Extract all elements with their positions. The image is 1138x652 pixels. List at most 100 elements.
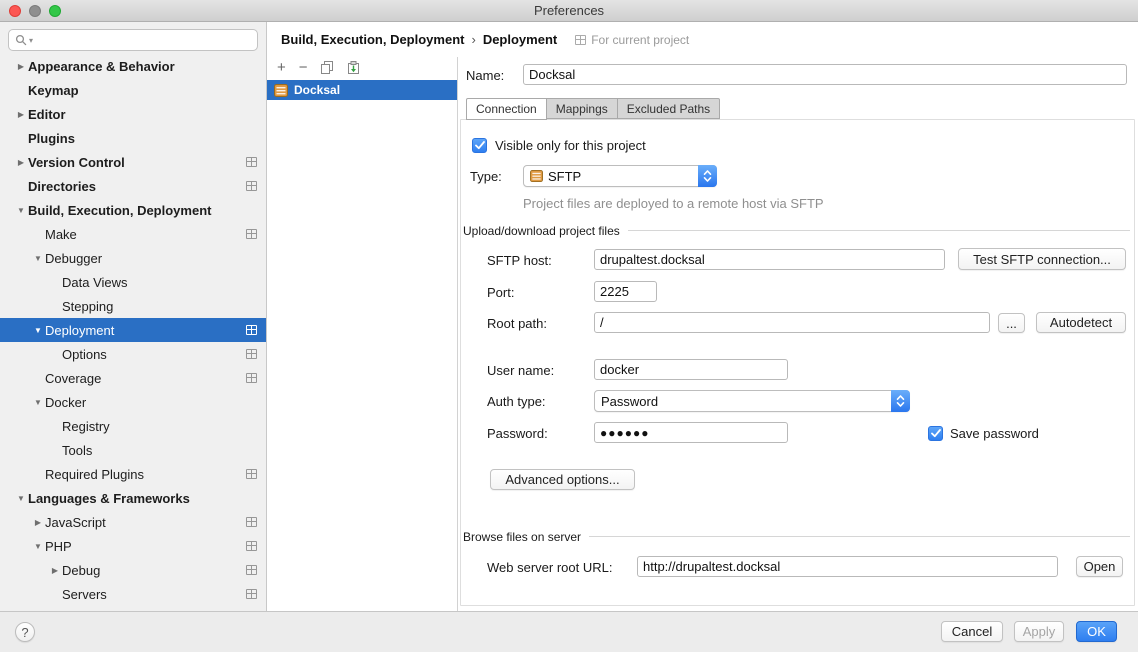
- remove-server-button[interactable]: −: [299, 61, 308, 75]
- breadcrumb-parent[interactable]: Build, Execution, Deployment: [281, 32, 464, 47]
- breadcrumb-current[interactable]: Deployment: [483, 32, 557, 47]
- sidebar-item-debug[interactable]: ▶Debug: [0, 558, 266, 582]
- save-password-label: Save password: [950, 426, 1039, 441]
- test-sftp-connection-button[interactable]: Test SFTP connection...: [958, 248, 1126, 270]
- sidebar-item-languages-frameworks[interactable]: ▼Languages & Frameworks: [0, 486, 266, 510]
- sidebar-item-required-plugins[interactable]: Required Plugins: [0, 462, 266, 486]
- tree-arrow-right-icon[interactable]: ▶: [48, 566, 62, 575]
- user-name-label: User name:: [487, 363, 554, 378]
- sidebar-item-label: Make: [45, 227, 77, 242]
- web-root-input[interactable]: [637, 556, 1058, 577]
- user-name-input[interactable]: [594, 359, 788, 380]
- upload-section-header: Upload/download project files: [463, 223, 1130, 238]
- type-value: SFTP: [548, 169, 581, 184]
- tree-arrow-down-icon[interactable]: ▼: [14, 206, 28, 215]
- copy-server-button[interactable]: [321, 61, 334, 75]
- search-options-chevron-icon[interactable]: ▾: [29, 36, 33, 45]
- sidebar-item-directories[interactable]: Directories: [0, 174, 266, 198]
- cancel-button[interactable]: Cancel: [941, 621, 1003, 642]
- sidebar-item-tools[interactable]: Tools: [0, 438, 266, 462]
- sidebar-item-servers[interactable]: Servers: [0, 582, 266, 606]
- tree-arrow-down-icon[interactable]: ▼: [14, 494, 28, 503]
- deployment-form: Name: Connection Mappings Excluded Paths…: [458, 57, 1138, 611]
- sidebar-item-docker[interactable]: ▼Docker: [0, 390, 266, 414]
- sidebar-item-plugins[interactable]: Plugins: [0, 126, 266, 150]
- advanced-options-button[interactable]: Advanced options...: [490, 469, 635, 490]
- browse-root-path-button[interactable]: ...: [998, 313, 1025, 333]
- visible-only-checkbox[interactable]: [472, 138, 487, 153]
- sidebar-item-label: Docker: [45, 395, 86, 410]
- tree-arrow-down-icon[interactable]: ▼: [31, 398, 45, 407]
- per-project-settings-icon: [575, 35, 586, 45]
- apply-button[interactable]: Apply: [1014, 621, 1064, 642]
- sidebar-item-label: Deployment: [45, 323, 114, 338]
- save-password-checkbox[interactable]: [928, 426, 943, 441]
- check-icon: [931, 429, 941, 438]
- ok-button[interactable]: OK: [1076, 621, 1117, 642]
- sidebar-item-data-views[interactable]: Data Views: [0, 270, 266, 294]
- port-input[interactable]: [594, 281, 657, 302]
- server-list-item[interactable]: Docksal: [267, 80, 457, 100]
- zoom-button[interactable]: [49, 5, 61, 17]
- sidebar-item-appearance-behavior[interactable]: ▶Appearance & Behavior: [0, 54, 266, 78]
- tree-arrow-right-icon[interactable]: ▶: [14, 62, 28, 71]
- auth-type-dropdown[interactable]: Password: [594, 390, 910, 412]
- sidebar-item-options[interactable]: Options: [0, 342, 266, 366]
- sidebar-item-editor[interactable]: ▶Editor: [0, 102, 266, 126]
- tab-excluded-paths[interactable]: Excluded Paths: [618, 98, 720, 119]
- tab-mappings[interactable]: Mappings: [547, 98, 618, 119]
- type-label: Type:: [470, 169, 502, 184]
- settings-search-input[interactable]: ▾: [8, 29, 258, 51]
- autodetect-button[interactable]: Autodetect: [1036, 312, 1126, 333]
- sidebar-item-label: Languages & Frameworks: [28, 491, 190, 506]
- type-dropdown[interactable]: SFTP: [523, 165, 717, 187]
- name-input[interactable]: [523, 64, 1127, 85]
- tree-arrow-down-icon[interactable]: ▼: [31, 326, 45, 335]
- dialog-footer: ? Cancel Apply OK: [0, 611, 1138, 652]
- dropdown-stepper-icon: [698, 165, 717, 187]
- tab-connection[interactable]: Connection: [466, 98, 547, 120]
- sidebar-item-deployment[interactable]: ▼Deployment: [0, 318, 266, 342]
- per-project-settings-icon: [246, 565, 257, 575]
- settings-sidebar: ▾ ▶Appearance & BehaviorKeymap▶EditorPlu…: [0, 22, 267, 611]
- sidebar-item-registry[interactable]: Registry: [0, 414, 266, 438]
- root-path-input[interactable]: [594, 312, 990, 333]
- password-input[interactable]: [594, 422, 788, 443]
- server-name: Docksal: [294, 83, 340, 97]
- minimize-button: [29, 5, 41, 17]
- tree-arrow-right-icon[interactable]: ▶: [14, 158, 28, 167]
- tree-arrow-right-icon[interactable]: ▶: [31, 518, 45, 527]
- sidebar-item-label: Registry: [62, 419, 110, 434]
- copy-icon: [321, 61, 334, 75]
- sidebar-item-stepping[interactable]: Stepping: [0, 294, 266, 318]
- open-button[interactable]: Open: [1076, 556, 1123, 577]
- auth-type-value: Password: [601, 394, 658, 409]
- sidebar-item-label: Plugins: [28, 131, 75, 146]
- tab-bar: Connection Mappings Excluded Paths: [466, 98, 720, 120]
- paste-server-button[interactable]: [347, 61, 360, 75]
- tree-arrow-right-icon[interactable]: ▶: [14, 110, 28, 119]
- per-project-settings-icon: [246, 469, 257, 479]
- traffic-lights: [9, 5, 61, 17]
- sidebar-item-keymap[interactable]: Keymap: [0, 78, 266, 102]
- add-server-button[interactable]: +: [277, 61, 286, 75]
- sidebar-item-debugger[interactable]: ▼Debugger: [0, 246, 266, 270]
- titlebar[interactable]: Preferences: [0, 0, 1138, 22]
- sidebar-item-php[interactable]: ▼PHP: [0, 534, 266, 558]
- tree-arrow-down-icon[interactable]: ▼: [31, 542, 45, 551]
- sidebar-item-coverage[interactable]: Coverage: [0, 366, 266, 390]
- sftp-host-input[interactable]: [594, 249, 945, 270]
- sidebar-item-version-control[interactable]: ▶Version Control: [0, 150, 266, 174]
- tree-arrow-down-icon[interactable]: ▼: [31, 254, 45, 263]
- sidebar-item-label: Editor: [28, 107, 66, 122]
- port-label: Port:: [487, 285, 514, 300]
- sidebar-item-build-execution-deployment[interactable]: ▼Build, Execution, Deployment: [0, 198, 266, 222]
- sidebar-item-javascript[interactable]: ▶JavaScript: [0, 510, 266, 534]
- section-rule: [589, 536, 1130, 537]
- sidebar-item-label: Servers: [62, 587, 107, 602]
- close-button[interactable]: [9, 5, 21, 17]
- scope-label: For current project: [591, 33, 689, 47]
- sidebar-item-make[interactable]: Make: [0, 222, 266, 246]
- help-button[interactable]: ?: [15, 622, 35, 642]
- sftp-server-icon: [274, 84, 288, 97]
